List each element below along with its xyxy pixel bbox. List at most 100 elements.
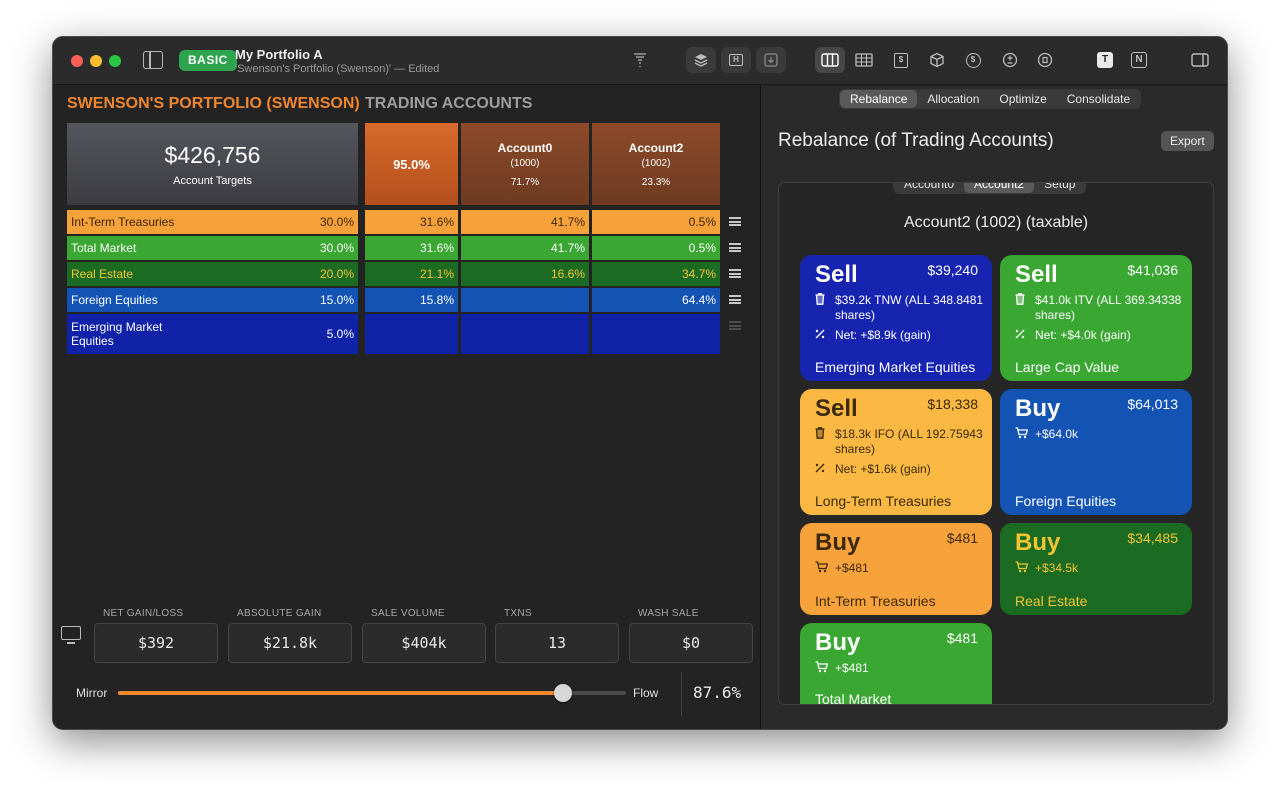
trade-amount: $64,013 (1127, 396, 1178, 412)
tab-consolidate[interactable]: Consolidate (1057, 90, 1140, 108)
row-menu-icon[interactable] (729, 269, 741, 278)
trade-action: Buy (815, 629, 861, 656)
asset-row-label[interactable]: Emerging Market Equities 5.0% (67, 314, 358, 354)
asset-row-value[interactable]: 15.8% (365, 288, 458, 312)
trade-fund: Int-Term Treasuries (815, 593, 936, 609)
layers-icon[interactable] (686, 47, 716, 73)
asset-row-value[interactable]: 31.6% (365, 236, 458, 260)
subtab-account2[interactable]: Account2 (964, 183, 1035, 193)
trade-action: Buy (815, 529, 861, 556)
cart-icon (815, 561, 835, 577)
trade-detail-text: Net: +$8.9k (gain) (835, 328, 931, 342)
trade-card[interactable]: Buy $64,013 +$64.0k Foreign Equities (1000, 389, 1192, 515)
account-name: Account0 (497, 140, 553, 155)
asset-target: 20.0% (319, 267, 354, 281)
summary-card[interactable]: 95.0% (365, 123, 458, 205)
asset-target: 30.0% (319, 241, 354, 255)
asset-name: Emerging Market Equities (71, 320, 163, 348)
stat-label: ABSOLUTE GAIN (237, 608, 322, 619)
dollar-circle-icon[interactable]: $ (958, 47, 988, 73)
asset-row-value[interactable] (461, 314, 589, 354)
asset-row-value[interactable]: 41.7% (461, 236, 589, 260)
asset-target: 30.0% (319, 215, 354, 229)
asset-row-label[interactable]: Int-Term Treasuries 30.0% (67, 210, 358, 234)
account-name: Account2 (628, 140, 684, 155)
trash-circle-icon[interactable] (1030, 47, 1060, 73)
account-card-account2[interactable]: Account2 (1002) 23.3% (592, 123, 720, 205)
asset-row-value[interactable] (365, 314, 458, 354)
funnel-icon[interactable] (625, 47, 655, 73)
portfolio-header: SWENSON'S PORTFOLIO (SWENSON) (67, 95, 360, 112)
asset-row-label[interactable]: Real Estate 20.0% (67, 262, 358, 286)
tab-rebalance[interactable]: Rebalance (840, 90, 918, 108)
trade-amount: $39,240 (927, 262, 978, 278)
trade-card[interactable]: Buy $481 +$481 Total Market (800, 623, 992, 704)
row-menu-icon[interactable] (729, 243, 741, 252)
asset-row-value[interactable] (461, 288, 589, 312)
t-box-icon[interactable]: T (1090, 47, 1120, 73)
asset-row-label[interactable]: Foreign Equities 15.0% (67, 288, 358, 312)
slider-left-label: Mirror (76, 686, 108, 700)
stat-value: $404k (362, 623, 486, 663)
asset-row-value[interactable]: 64.4% (592, 288, 720, 312)
table-icon[interactable] (849, 47, 879, 73)
sidebar-toggle-icon[interactable] (143, 51, 163, 69)
target-label: Account Targets (173, 174, 252, 187)
panel-title: Rebalance (of Trading Accounts) (778, 130, 1054, 151)
trade-action: Sell (1015, 261, 1058, 288)
asset-row-value[interactable]: 0.5% (592, 236, 720, 260)
asset-row-value[interactable]: 16.6% (461, 262, 589, 286)
subtab-account0[interactable]: Account0 (894, 183, 964, 193)
dollar-box-icon[interactable]: $ (886, 47, 916, 73)
trade-detail-text: Net: +$1.6k (gain) (835, 462, 931, 476)
asset-row-value[interactable]: 34.7% (592, 262, 720, 286)
asset-row-value[interactable]: 0.5% (592, 210, 720, 234)
account-number: (1000) (510, 157, 540, 169)
subtab-setup[interactable]: Setup (1034, 183, 1085, 193)
trade-card[interactable]: Sell $39,240 $39.2k TNW (ALL 348.8481 shar… (800, 255, 992, 381)
monitor-icon[interactable] (61, 626, 81, 644)
asset-row-value[interactable]: 21.1% (365, 262, 458, 286)
trade-card[interactable]: Buy $34,485 +$34.5k Real Estate (1000, 523, 1192, 615)
account-card-account0[interactable]: Account0 (1000) 71.7% (461, 123, 589, 205)
asset-row-value[interactable]: 41.7% (461, 210, 589, 234)
stat-label: NET GAIN/LOSS (103, 608, 184, 619)
row-menu-icon[interactable] (729, 217, 741, 226)
cart-icon (1015, 427, 1035, 443)
trade-amount: $481 (946, 630, 978, 646)
asset-row-value[interactable] (592, 314, 720, 354)
columns-icon[interactable] (815, 47, 845, 73)
account-targets-card[interactable]: $426,756 Account Targets (67, 123, 358, 205)
mirror-flow-slider[interactable] (118, 684, 626, 702)
target-value: $426,756 (164, 141, 261, 168)
main-tabs: Rebalance Allocation Optimize Consolidate (839, 89, 1142, 109)
row-menu-icon[interactable] (729, 295, 741, 304)
trade-card[interactable]: Sell $18,338 $18.3k IFO (ALL 192.75943 sha… (800, 389, 992, 515)
cube-icon[interactable] (922, 47, 952, 73)
n-box-icon[interactable]: N (1124, 47, 1154, 73)
trade-detail-line: +$64.0k (1015, 427, 1078, 443)
trade-detail-text: +$481 (835, 561, 869, 575)
accounts-header: TRADING ACCOUNTS (365, 95, 533, 112)
plus-minus-circle-icon[interactable] (995, 47, 1025, 73)
percent-icon (1015, 328, 1035, 343)
download-icon[interactable] (756, 47, 786, 73)
asset-row-label[interactable]: Total Market 30.0% (67, 236, 358, 260)
right-sidebar-icon[interactable] (1185, 47, 1215, 73)
h-box-icon[interactable]: H (721, 47, 751, 73)
trade-amount: $18,338 (927, 396, 978, 412)
tab-allocation[interactable]: Allocation (917, 90, 989, 108)
asset-row-value[interactable]: 31.6% (365, 210, 458, 234)
tab-optimize[interactable]: Optimize (989, 90, 1056, 108)
minimize-window-button[interactable] (90, 55, 102, 67)
zoom-window-button[interactable] (109, 55, 121, 67)
trade-detail-text: $41.0k ITV (ALL 369.34338 shares) (1035, 293, 1182, 322)
trade-card[interactable]: Sell $41,036 $41.0k ITV (ALL 369.34338 sha… (1000, 255, 1192, 381)
slider-thumb[interactable] (554, 684, 572, 702)
trade-action: Buy (1015, 529, 1061, 556)
close-window-button[interactable] (71, 55, 83, 67)
asset-name: Total Market (71, 241, 137, 255)
trade-card[interactable]: Buy $481 +$481 Int-Term Treasuries (800, 523, 992, 615)
row-menu-icon[interactable] (729, 321, 741, 330)
export-button[interactable]: Export (1161, 131, 1214, 151)
